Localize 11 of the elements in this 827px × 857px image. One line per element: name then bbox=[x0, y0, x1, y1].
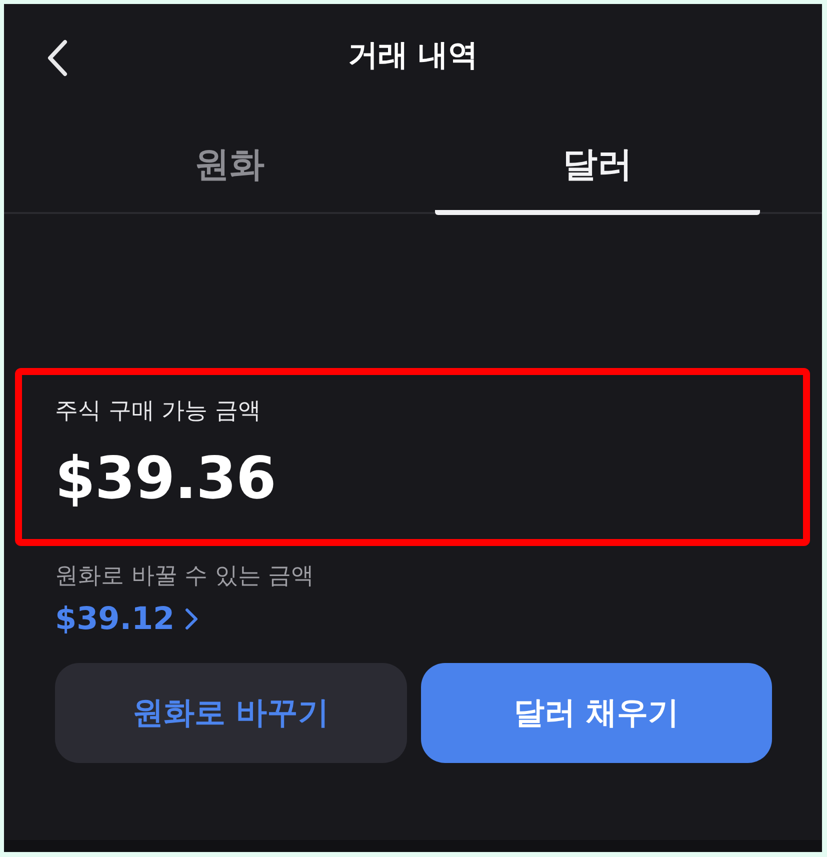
chevron-left-icon bbox=[46, 39, 68, 77]
balance-label: 주식 구매 가능 금액 bbox=[55, 397, 262, 426]
tab[interactable]: 달러 bbox=[435, 114, 760, 215]
convertible-amount-link[interactable]: $39.12 bbox=[55, 601, 198, 637]
balance-amount: $39.36 bbox=[55, 444, 277, 512]
page-title: 거래 내역 bbox=[348, 36, 478, 74]
tab[interactable]: 원화 bbox=[67, 114, 392, 215]
convertible-label: 원화로 바꿀 수 있는 금액 bbox=[55, 562, 316, 591]
convert-button[interactable]: 원화로 바꾸기 bbox=[55, 663, 406, 763]
chevron-right-icon bbox=[184, 608, 198, 630]
fill-dollars-button[interactable]: 달러 채우기 bbox=[420, 663, 772, 763]
